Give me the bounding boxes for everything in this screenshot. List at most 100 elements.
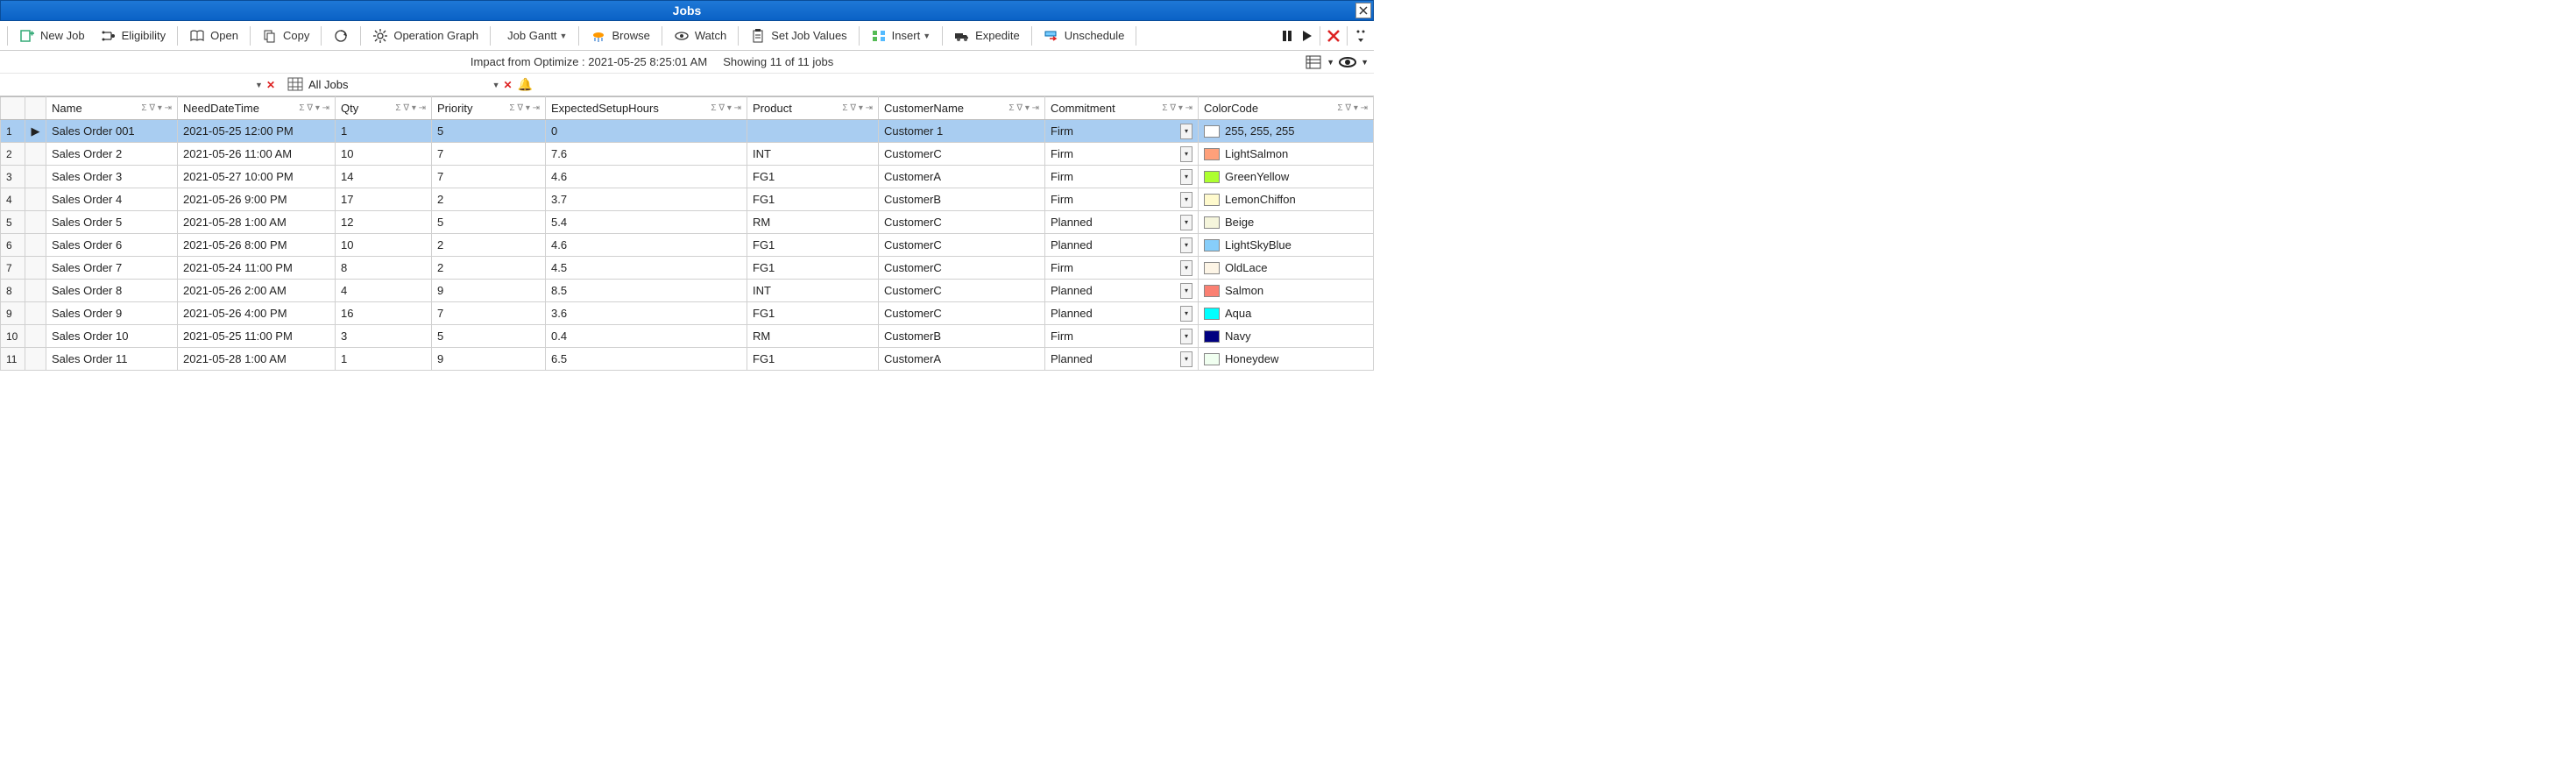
- row-marker[interactable]: ▶: [25, 120, 46, 143]
- new-job-button[interactable]: New Job: [12, 25, 92, 46]
- table-row[interactable]: 2Sales Order 22021-05-26 11:00 AM1077.6I…: [1, 143, 1374, 166]
- cell-product[interactable]: FG1: [747, 348, 879, 371]
- cell-customername[interactable]: CustomerC: [879, 143, 1045, 166]
- cell-needdatetime[interactable]: 2021-05-25 11:00 PM: [178, 325, 336, 348]
- clear-filter-icon[interactable]: ✕: [266, 79, 275, 91]
- dropdown-icon[interactable]: ▾: [1180, 237, 1192, 253]
- cell-commitment[interactable]: Planned▾: [1045, 348, 1199, 371]
- cell-expectedsetuphours[interactable]: 4.5: [546, 257, 747, 280]
- row-marker[interactable]: [25, 280, 46, 302]
- row-marker[interactable]: [25, 257, 46, 280]
- cell-name[interactable]: Sales Order 5: [46, 211, 178, 234]
- filter-slot-all-jobs[interactable]: All Jobs ▼ ✕ 🔔: [287, 77, 533, 93]
- cell-product[interactable]: FG1: [747, 302, 879, 325]
- cell-commitment[interactable]: Planned▾: [1045, 211, 1199, 234]
- cell-qty[interactable]: 8: [336, 257, 432, 280]
- table-row[interactable]: 8Sales Order 82021-05-26 2:00 AM498.5INT…: [1, 280, 1374, 302]
- chevron-down-icon[interactable]: ▼: [1327, 58, 1334, 67]
- cell-qty[interactable]: 1: [336, 120, 432, 143]
- cell-customername[interactable]: CustomerA: [879, 348, 1045, 371]
- insert-button[interactable]: Insert ▼: [864, 25, 938, 46]
- cell-name[interactable]: Sales Order 2: [46, 143, 178, 166]
- row-marker[interactable]: [25, 188, 46, 211]
- close-button[interactable]: [1355, 3, 1371, 18]
- cell-colorcode[interactable]: Beige: [1199, 211, 1374, 234]
- cell-needdatetime[interactable]: 2021-05-24 11:00 PM: [178, 257, 336, 280]
- row-marker[interactable]: [25, 325, 46, 348]
- dropdown-icon[interactable]: ▾: [1180, 146, 1192, 162]
- cell-qty[interactable]: 10: [336, 143, 432, 166]
- cell-expectedsetuphours[interactable]: 4.6: [546, 166, 747, 188]
- cell-qty[interactable]: 4: [336, 280, 432, 302]
- cell-customername[interactable]: CustomerB: [879, 325, 1045, 348]
- cell-needdatetime[interactable]: 2021-05-25 12:00 PM: [178, 120, 336, 143]
- table-row[interactable]: 3Sales Order 32021-05-27 10:00 PM1474.6F…: [1, 166, 1374, 188]
- col-header-priority[interactable]: PriorityΣ ∇ ▾ ⇥: [432, 97, 546, 120]
- cell-needdatetime[interactable]: 2021-05-26 11:00 AM: [178, 143, 336, 166]
- cell-needdatetime[interactable]: 2021-05-27 10:00 PM: [178, 166, 336, 188]
- cell-product[interactable]: FG1: [747, 257, 879, 280]
- cell-priority[interactable]: 2: [432, 188, 546, 211]
- cell-qty[interactable]: 3: [336, 325, 432, 348]
- cell-expectedsetuphours[interactable]: 5.4: [546, 211, 747, 234]
- table-row[interactable]: 1▶Sales Order 0012021-05-25 12:00 PM150C…: [1, 120, 1374, 143]
- cell-colorcode[interactable]: Honeydew: [1199, 348, 1374, 371]
- col-header-customername[interactable]: CustomerNameΣ ∇ ▾ ⇥: [879, 97, 1045, 120]
- cell-colorcode[interactable]: GreenYellow: [1199, 166, 1374, 188]
- more-menu-button[interactable]: [1351, 26, 1370, 46]
- cell-priority[interactable]: 9: [432, 280, 546, 302]
- cell-priority[interactable]: 5: [432, 325, 546, 348]
- cell-expectedsetuphours[interactable]: 7.6: [546, 143, 747, 166]
- open-button[interactable]: Open: [182, 25, 245, 46]
- cell-name[interactable]: Sales Order 3: [46, 166, 178, 188]
- filter-slot-1[interactable]: ▼ ✕: [53, 79, 280, 91]
- dropdown-icon[interactable]: ▾: [1180, 260, 1192, 276]
- refresh-button[interactable]: [326, 25, 356, 46]
- eligibility-button[interactable]: Eligibility: [94, 25, 173, 46]
- col-header-product[interactable]: ProductΣ ∇ ▾ ⇥: [747, 97, 879, 120]
- cell-colorcode[interactable]: 255, 255, 255: [1199, 120, 1374, 143]
- cell-commitment[interactable]: Firm▾: [1045, 166, 1199, 188]
- cell-colorcode[interactable]: LightSkyBlue: [1199, 234, 1374, 257]
- cell-priority[interactable]: 7: [432, 166, 546, 188]
- cell-product[interactable]: RM: [747, 325, 879, 348]
- cell-name[interactable]: Sales Order 11: [46, 348, 178, 371]
- expedite-button[interactable]: Expedite: [947, 25, 1027, 46]
- table-row[interactable]: 10Sales Order 102021-05-25 11:00 PM350.4…: [1, 325, 1374, 348]
- copy-button[interactable]: Copy: [255, 25, 316, 46]
- cell-customername[interactable]: CustomerC: [879, 257, 1045, 280]
- play-button[interactable]: [1297, 26, 1316, 46]
- cell-needdatetime[interactable]: 2021-05-26 2:00 AM: [178, 280, 336, 302]
- col-header-expectedsetuphours[interactable]: ExpectedSetupHoursΣ ∇ ▾ ⇥: [546, 97, 747, 120]
- cell-product[interactable]: FG1: [747, 188, 879, 211]
- table-row[interactable]: 9Sales Order 92021-05-26 4:00 PM1673.6FG…: [1, 302, 1374, 325]
- col-header-needdatetime[interactable]: NeedDateTimeΣ ∇ ▾ ⇥: [178, 97, 336, 120]
- cell-name[interactable]: Sales Order 4: [46, 188, 178, 211]
- row-marker[interactable]: [25, 166, 46, 188]
- cell-customername[interactable]: CustomerC: [879, 280, 1045, 302]
- cell-expectedsetuphours[interactable]: 6.5: [546, 348, 747, 371]
- col-header-name[interactable]: NameΣ ∇ ▾ ⇥: [46, 97, 178, 120]
- dropdown-icon[interactable]: ▾: [1180, 329, 1192, 344]
- cell-colorcode[interactable]: Navy: [1199, 325, 1374, 348]
- cell-commitment[interactable]: Firm▾: [1045, 120, 1199, 143]
- cell-commitment[interactable]: Firm▾: [1045, 188, 1199, 211]
- cell-expectedsetuphours[interactable]: 0: [546, 120, 747, 143]
- cell-customername[interactable]: Customer 1: [879, 120, 1045, 143]
- cell-priority[interactable]: 5: [432, 211, 546, 234]
- cell-priority[interactable]: 7: [432, 302, 546, 325]
- row-marker[interactable]: [25, 348, 46, 371]
- cell-name[interactable]: Sales Order 9: [46, 302, 178, 325]
- cell-product[interactable]: [747, 120, 879, 143]
- cell-name[interactable]: Sales Order 001: [46, 120, 178, 143]
- table-row[interactable]: 11Sales Order 112021-05-28 1:00 AM196.5F…: [1, 348, 1374, 371]
- job-gantt-button[interactable]: Job Gantt ▼: [495, 26, 574, 45]
- cell-commitment[interactable]: Firm▾: [1045, 325, 1199, 348]
- watch-button[interactable]: Watch: [667, 25, 733, 46]
- cell-qty[interactable]: 1: [336, 348, 432, 371]
- cell-customername[interactable]: CustomerB: [879, 188, 1045, 211]
- layout-button[interactable]: [1304, 53, 1323, 72]
- pause-button[interactable]: [1277, 26, 1297, 46]
- operation-graph-button[interactable]: Operation Graph: [365, 25, 485, 46]
- cell-colorcode[interactable]: LightSalmon: [1199, 143, 1374, 166]
